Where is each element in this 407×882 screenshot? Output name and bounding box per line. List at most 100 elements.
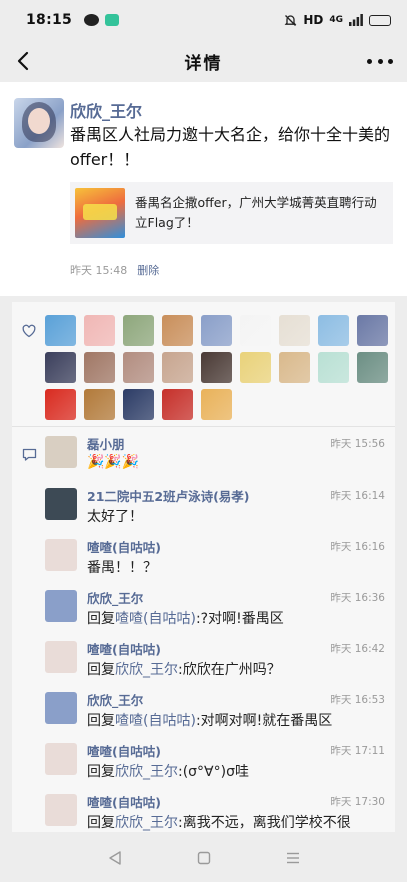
commenter-name[interactable]: 磊小朋 [87, 434, 125, 453]
hair-avatar[interactable] [162, 352, 193, 383]
reply-target-name[interactable]: 欣欣_王尔 [115, 815, 178, 831]
battery-icon [369, 14, 391, 26]
comment-time: 昨天 16:42 [330, 643, 385, 655]
comment-text: 回复喳喳(自咕咕):?对啊!番禺区 [87, 608, 387, 628]
comment-text: 🎉🎉🎉 [87, 454, 387, 470]
cartoon-avatar[interactable] [240, 352, 271, 383]
commenter-name[interactable]: 喳喳(自咕咕) [87, 741, 161, 760]
comment-time: 昨天 17:11 [330, 745, 385, 757]
commenter-avatar[interactable] [45, 794, 77, 826]
likes-section [12, 302, 395, 426]
red-badge-avatar[interactable] [162, 389, 193, 420]
commenter-name[interactable]: 欣欣_王尔 [87, 690, 143, 709]
moment-post: 欣欣_王尔 番禺区人社局力邀十大名企，给你十全十美的offer！！ 番禺名企撒o… [0, 82, 407, 296]
commenter-name[interactable]: 欣欣_王尔 [87, 588, 143, 607]
commenter-avatar[interactable] [45, 488, 77, 520]
reply-prefix: 回复 [87, 713, 115, 729]
comment-item[interactable]: 欣欣_王尔 昨天 16:36 回复喳喳(自咕咕):?对啊!番禺区 [45, 586, 391, 634]
signal-label: 4G [329, 15, 343, 25]
blue-scene-avatar[interactable] [318, 315, 349, 346]
shared-article-card[interactable]: 番禺名企撒offer，广州大学城菁英直聘行动立Flag了！ [70, 182, 393, 244]
comment-text: 回复喳喳(自咕咕):对啊对啊!就在番禺区 [87, 710, 387, 730]
commenter-avatar[interactable] [45, 692, 77, 724]
commenter-avatar[interactable] [45, 743, 77, 775]
field-avatar[interactable] [123, 315, 154, 346]
comment-item[interactable]: 喳喳(自咕咕) 昨天 17:30 回复欣欣_王尔:离我不远，离我们学校不很 [45, 790, 391, 832]
system-menu-icon[interactable] [285, 850, 301, 866]
girl-pink-avatar[interactable] [84, 315, 115, 346]
person-blue-avatar[interactable] [357, 315, 388, 346]
commenter-name[interactable]: 喳喳(自咕咕) [87, 537, 161, 556]
comment-time: 昨天 16:36 [330, 592, 385, 604]
warm-photo-avatar[interactable] [84, 352, 115, 383]
comment-body: :(σ°∀°)σ哇 [178, 764, 249, 780]
comment-body: :离我不远，离我们学校不很 [178, 815, 351, 831]
dog-avatar[interactable] [279, 352, 310, 383]
girl-avatar[interactable] [201, 315, 232, 346]
post-text: 番禺区人社局力邀十大名企，给你十全十美的offer！！ [70, 125, 391, 169]
comment-text: 番禺！！？ [87, 557, 387, 577]
comment-body: 番禺！！？ [87, 560, 157, 576]
system-home-icon[interactable] [196, 850, 212, 866]
sketch-avatar[interactable] [240, 315, 271, 346]
forest-avatar[interactable] [357, 352, 388, 383]
share-thumbnail [75, 188, 125, 238]
comment-item[interactable]: 喳喳(自咕咕) 昨天 17:11 回复欣欣_王尔:(σ°∀°)σ哇 [45, 739, 391, 787]
reply-target-name[interactable]: 欣欣_王尔 [115, 764, 178, 780]
back-arrow-icon[interactable] [12, 49, 36, 73]
reply-target-name[interactable]: 欣欣_王尔 [115, 662, 178, 678]
doge-avatar[interactable] [201, 389, 232, 420]
signal-icon [349, 14, 363, 26]
commenter-name[interactable]: 喳喳(自咕咕) [87, 792, 161, 811]
interaction-panel: 磊小朋 昨天 15:56 🎉🎉🎉 21二院中五2班卢泳诗(易孝) 昨天 16:14 太好了… [12, 302, 395, 832]
mute-icon [284, 14, 297, 26]
commenter-avatar[interactable] [45, 436, 77, 468]
flag-avatar[interactable] [45, 389, 76, 420]
status-time: 18:15 [26, 12, 73, 28]
delete-link[interactable]: 删除 [137, 262, 159, 278]
comment-icon [22, 448, 37, 461]
app-notification-icon [105, 14, 120, 26]
comment-item[interactable]: 喳喳(自咕咕) 昨天 16:16 番禺！！？ [45, 535, 391, 583]
white-cat-avatar[interactable] [279, 315, 310, 346]
commenter-avatar[interactable] [45, 590, 77, 622]
dark-portrait-avatar[interactable] [201, 352, 232, 383]
comment-text: 回复欣欣_王尔:离我不远，离我们学校不很 [87, 812, 387, 832]
reply-prefix: 回复 [87, 662, 115, 678]
comment-text: 回复欣欣_王尔:(σ°∀°)σ哇 [87, 761, 387, 781]
comment-item[interactable]: 21二院中五2班卢泳诗(易孝) 昨天 16:14 太好了！ [45, 484, 391, 532]
room-avatar[interactable] [123, 352, 154, 383]
dusk-avatar[interactable] [123, 389, 154, 420]
night-avatar[interactable] [45, 352, 76, 383]
comment-time: 昨天 16:16 [330, 541, 385, 553]
comment-body: 太好了！ [87, 509, 143, 525]
comment-item[interactable]: 欣欣_王尔 昨天 16:53 回复喳喳(自咕咕):对啊对啊!就在番禺区 [45, 688, 391, 736]
page-title: 详情 [184, 53, 223, 74]
reply-target-name[interactable]: 喳喳(自咕咕) [115, 611, 196, 627]
heart-icon [22, 324, 36, 338]
comment-time: 昨天 15:56 [330, 438, 385, 450]
autumn-avatar[interactable] [84, 389, 115, 420]
commenter-avatar[interactable] [45, 539, 77, 571]
comment-text: 太好了！ [87, 506, 387, 526]
cat-face-avatar[interactable] [162, 315, 193, 346]
reply-target-name[interactable]: 喳喳(自咕咕) [115, 713, 196, 729]
share-card-title: 番禺名企撒offer，广州大学城菁英直聘行动立Flag了！ [135, 195, 377, 230]
mint-avatar[interactable] [318, 352, 349, 383]
comment-time: 昨天 17:30 [330, 796, 385, 808]
reply-prefix: 回复 [87, 815, 115, 831]
comment-time: 昨天 16:53 [330, 694, 385, 706]
comment-item[interactable]: 磊小朋 昨天 15:56 🎉🎉🎉 [45, 432, 391, 480]
author-avatar[interactable] [14, 98, 64, 148]
comment-item[interactable]: 喳喳(自咕咕) 昨天 16:42 回复欣欣_王尔:欣欣在广州吗？ [45, 637, 391, 685]
commenter-name[interactable]: 喳喳(自咕咕) [87, 639, 161, 658]
status-app-icons [84, 14, 120, 26]
system-nav-bar [0, 834, 407, 882]
totoro-avatar[interactable] [45, 315, 76, 346]
commenter-name[interactable]: 21二院中五2班卢泳诗(易孝) [87, 486, 250, 505]
commenter-avatar[interactable] [45, 641, 77, 673]
more-options-button[interactable] [367, 50, 393, 72]
system-back-icon[interactable] [107, 850, 123, 866]
post-author-name[interactable]: 欣欣_王尔 [70, 98, 142, 122]
like-avatar-grid [45, 315, 391, 420]
